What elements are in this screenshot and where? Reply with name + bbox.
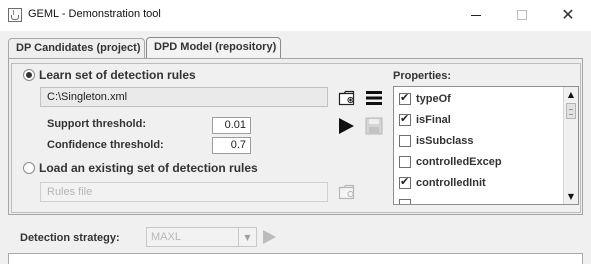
- load-rules-label: Load an existing set of detection rules: [39, 161, 258, 175]
- window-title: GEML - Demonstration tool: [28, 8, 161, 20]
- detection-strategy-label: Detection strategy:: [20, 232, 120, 244]
- scroll-up-icon[interactable]: ▲: [564, 87, 578, 101]
- properties-scrollbar[interactable]: ▲ ▼: [563, 87, 578, 204]
- close-icon: ✕: [561, 5, 575, 24]
- menu-icon: [366, 91, 382, 105]
- java-app-icon: [8, 8, 22, 22]
- open-file-icon: [338, 90, 355, 106]
- property-checkbox[interactable]: [399, 156, 411, 168]
- tab-label: DPD Model (repository): [154, 41, 277, 53]
- tab-dpd-model[interactable]: DPD Model (repository): [146, 37, 281, 59]
- load-rules-radio[interactable]: [23, 162, 35, 174]
- results-area: [8, 253, 583, 264]
- scroll-down-icon[interactable]: ▼: [564, 189, 578, 203]
- properties-label: Properties:: [393, 70, 452, 82]
- title-bar: GEML - Demonstration tool ✕: [0, 0, 591, 31]
- property-item[interactable]: ✔ isFinal: [394, 110, 564, 130]
- property-label: isFinal: [416, 114, 451, 126]
- learn-rules-radio[interactable]: [23, 69, 35, 81]
- save-icon: [365, 117, 383, 135]
- save-button[interactable]: [364, 116, 384, 136]
- support-threshold-input[interactable]: 0.01: [212, 117, 251, 134]
- open-file-icon: [338, 184, 355, 200]
- property-item[interactable]: controlledExcep: [394, 152, 564, 172]
- rules-file-field[interactable]: Rules file: [40, 182, 328, 202]
- maximize-button[interactable]: [499, 0, 545, 30]
- property-checkbox[interactable]: ✔: [399, 91, 411, 105]
- tab-label: DP Candidates (project): [16, 42, 141, 54]
- minimize-icon: [471, 14, 481, 16]
- property-label: isSubclass: [416, 135, 474, 147]
- property-label: controlledExcep: [416, 156, 502, 168]
- property-label: controlledInit: [416, 177, 486, 189]
- properties-list: ✔ typeOf ✔ isFinal isSubclass controlled…: [393, 86, 579, 205]
- property-checkbox[interactable]: ✔: [399, 112, 411, 126]
- play-icon: [339, 118, 354, 134]
- chevron-down-icon[interactable]: ▼: [238, 228, 256, 246]
- confidence-threshold-label: Confidence threshold:: [47, 139, 164, 151]
- property-checkbox[interactable]: [399, 199, 411, 204]
- detection-strategy-select[interactable]: MAXL ▼: [146, 227, 257, 247]
- property-checkbox[interactable]: [399, 135, 411, 147]
- close-button[interactable]: ✕: [545, 0, 591, 30]
- confidence-threshold-input[interactable]: 0.7: [212, 137, 251, 154]
- minimize-button[interactable]: [453, 0, 499, 30]
- run-button[interactable]: [336, 116, 356, 136]
- property-item[interactable]: [394, 195, 564, 204]
- open-file-button[interactable]: [337, 88, 357, 108]
- maximize-icon: [517, 10, 527, 20]
- property-label: typeOf: [416, 93, 451, 105]
- menu-button[interactable]: [364, 88, 384, 108]
- learn-rules-label: Learn set of detection rules: [39, 68, 196, 82]
- property-item[interactable]: ✔ controlledInit: [394, 173, 564, 193]
- detect-run-button[interactable]: [259, 227, 279, 247]
- property-item[interactable]: ✔ typeOf: [394, 89, 564, 109]
- open-rules-file-button[interactable]: [337, 182, 357, 202]
- scrollbar-thumb[interactable]: [566, 103, 576, 119]
- rules-output-file-field[interactable]: C:\Singleton.xml: [40, 87, 328, 107]
- tab-dp-candidates[interactable]: DP Candidates (project): [8, 38, 145, 58]
- play-icon: [263, 230, 276, 244]
- property-checkbox[interactable]: ✔: [399, 175, 411, 189]
- property-item[interactable]: isSubclass: [394, 131, 564, 151]
- detection-strategy-value: MAXL: [151, 231, 181, 243]
- support-threshold-label: Support threshold:: [47, 118, 146, 130]
